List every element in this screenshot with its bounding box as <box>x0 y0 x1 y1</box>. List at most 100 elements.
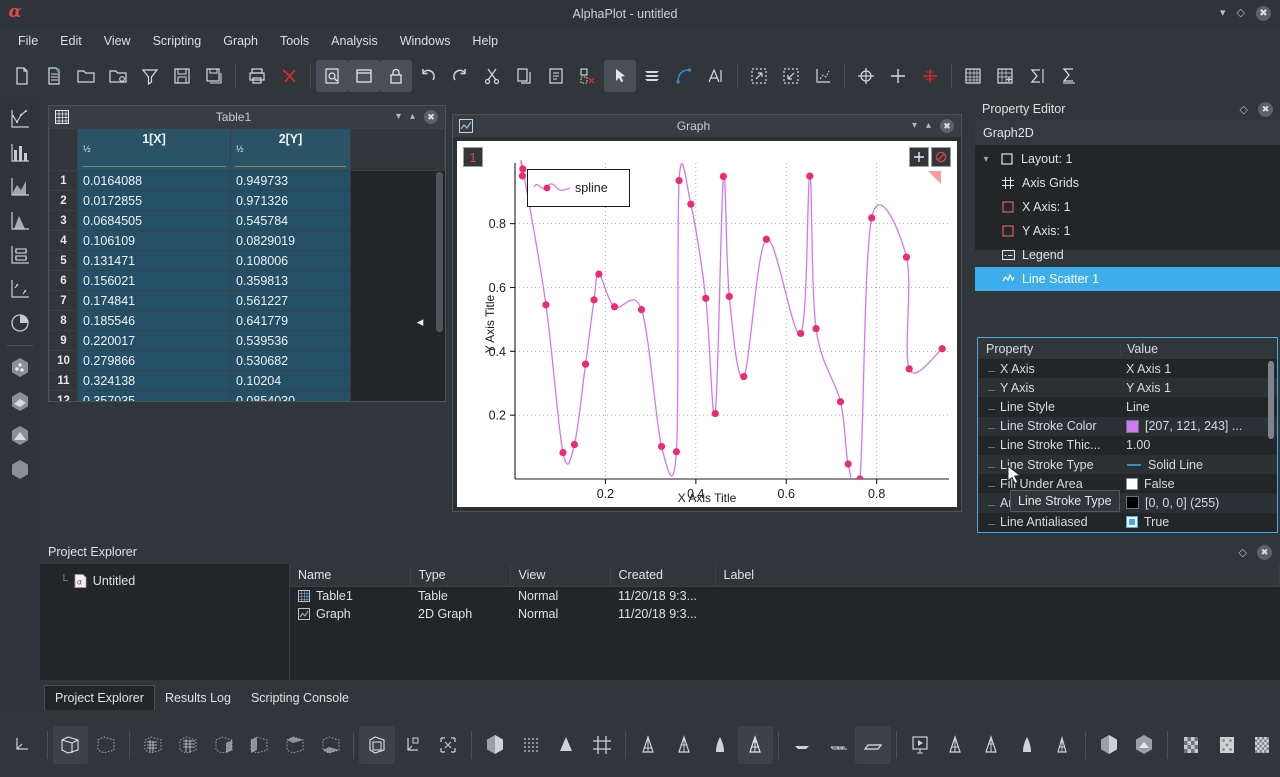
3d-axis-icon[interactable] <box>6 726 42 764</box>
table-row[interactable]: 40.1061090.0829019 <box>50 231 445 251</box>
sheet-corner[interactable] <box>50 129 78 171</box>
cell-y[interactable]: 0.530682 <box>231 351 351 371</box>
cell-empty[interactable] <box>351 191 445 211</box>
close-icon[interactable]: ✖ <box>1258 102 1273 117</box>
3d-grid-right-icon[interactable] <box>206 726 242 764</box>
cell-empty[interactable] <box>351 211 445 231</box>
3d-bar-style-4-icon[interactable] <box>738 726 774 764</box>
tree-item-layout[interactable]: ▾ Layout: 1 <box>975 147 1280 171</box>
cell-empty[interactable] <box>351 371 445 391</box>
property-value[interactable]: [0, 0, 0] (255) <box>1120 496 1277 510</box>
row-header[interactable]: 3 <box>50 211 78 231</box>
plot-canvas[interactable]: 1 0.20.40.60.80.20.40.60.8 <box>457 141 957 507</box>
chevron-down-icon[interactable]: ▾ <box>979 154 993 165</box>
menu-graph[interactable]: Graph <box>212 31 269 51</box>
row-header[interactable]: 9 <box>50 331 78 351</box>
cell-y[interactable]: 0.949733 <box>231 171 351 191</box>
restore-icon[interactable]: ◇ <box>1237 8 1245 19</box>
layers-icon[interactable] <box>636 60 668 92</box>
3d-grid-back-icon[interactable] <box>170 726 206 764</box>
column-header-y[interactable]: 2[Y] ½ <box>231 129 351 171</box>
property-row-line-style[interactable]: Line Style Line <box>978 397 1277 416</box>
open-template-icon[interactable] <box>102 60 134 92</box>
table-row[interactable]: 100.2798660.530682 <box>50 351 445 371</box>
3d-cone-icon[interactable] <box>548 726 584 764</box>
table-row[interactable]: 50.1314710.108006 <box>50 251 445 271</box>
property-row-x-axis[interactable]: X Axis X Axis 1 <box>978 359 1277 378</box>
table-vertical-scrollbar[interactable] <box>436 172 443 332</box>
menu-view[interactable]: View <box>93 31 142 51</box>
checkbox-unchecked-icon[interactable] <box>1126 478 1138 490</box>
redo-icon[interactable] <box>444 60 476 92</box>
3d-box-solid-icon[interactable] <box>53 726 89 764</box>
3d-frame-icon[interactable] <box>359 726 395 764</box>
table-grid-icon[interactable] <box>957 60 989 92</box>
print-icon[interactable] <box>241 60 273 92</box>
menu-tools[interactable]: Tools <box>269 31 320 51</box>
cell-y[interactable]: 0.545784 <box>231 211 351 231</box>
filter-icon[interactable] <box>134 60 166 92</box>
3d-font-3-icon[interactable] <box>1009 726 1045 764</box>
property-value[interactable]: Line <box>1120 400 1277 414</box>
cell-x[interactable]: 0.156021 <box>78 271 231 291</box>
zoom-out-region-icon[interactable] <box>775 60 807 92</box>
bar-plot-icon[interactable] <box>4 137 36 169</box>
3d-scatter-icon[interactable] <box>4 352 36 384</box>
3d-grid-bottom-icon[interactable] <box>313 726 349 764</box>
3d-font-4-icon[interactable] <box>1044 726 1080 764</box>
cell-x[interactable]: 0.174841 <box>78 291 231 311</box>
3d-grid-top-icon[interactable] <box>277 726 313 764</box>
float-icon[interactable]: ◇ <box>1240 103 1248 116</box>
property-value[interactable]: Solid Line <box>1120 458 1277 472</box>
table-row[interactable]: 60.1560210.359813 <box>50 271 445 291</box>
sigma-icon[interactable] <box>1021 60 1053 92</box>
color-swatch[interactable] <box>1126 420 1139 433</box>
project-items-grid[interactable]: Name Type View Created Label Table1 Tabl… <box>290 564 1280 623</box>
pie-chart-icon[interactable] <box>4 307 36 339</box>
row-header[interactable]: 1 <box>50 171 78 191</box>
close-icon[interactable]: ✖ <box>1256 6 1271 21</box>
3d-crosshair-icon[interactable] <box>584 726 620 764</box>
3d-shade-icon[interactable] <box>477 726 513 764</box>
column-header-x[interactable]: 1[X] ½ <box>78 129 231 171</box>
row-header[interactable]: 8 <box>50 311 78 331</box>
y-axis-title[interactable]: Y Axis Title <box>483 295 497 353</box>
cell-x[interactable]: 0.185546 <box>78 311 231 331</box>
cell-empty[interactable] <box>351 331 445 351</box>
3d-texture-1-icon[interactable] <box>1173 726 1209 764</box>
row-header[interactable]: 6 <box>50 271 78 291</box>
project-row-name[interactable]: Graph <box>290 605 410 623</box>
line-scatter-plot-icon[interactable] <box>4 103 36 135</box>
cell-empty[interactable] <box>351 251 445 271</box>
project-tree[interactable]: └ α Untitled <box>40 564 290 680</box>
table-row[interactable]: 70.1748410.561227 <box>50 291 445 311</box>
cell-x[interactable]: 0.0684505 <box>78 211 231 231</box>
data-sheet[interactable]: 1[X] ½ 2[Y] ½ 10.01640880.949733 20.0172… <box>49 128 445 401</box>
table-minimize-icon[interactable]: ▾ <box>396 112 401 122</box>
checkbox-checked-icon[interactable] <box>1126 516 1138 528</box>
3d-texture-2-icon[interactable] <box>1209 726 1245 764</box>
cell-x[interactable]: 0.0172855 <box>78 191 231 211</box>
graph-minimize-icon[interactable]: ▾ <box>912 121 917 131</box>
3d-grid-left-icon[interactable] <box>242 726 278 764</box>
header-type[interactable]: Type <box>410 564 510 586</box>
export-pdf-icon[interactable] <box>273 60 305 92</box>
property-value[interactable]: X Axis 1 <box>1120 362 1277 376</box>
zoom-in-region-icon[interactable] <box>743 60 775 92</box>
property-value[interactable]: [207, 121, 243] ... <box>1120 419 1277 433</box>
pointer-icon[interactable] <box>604 60 636 92</box>
3d-bar-style-1-icon[interactable] <box>631 726 667 764</box>
cell-x[interactable]: 0.106109 <box>78 231 231 251</box>
minimize-icon[interactable]: ▾ <box>1220 8 1226 19</box>
select-data-range-icon[interactable] <box>914 60 946 92</box>
cell-empty[interactable] <box>351 171 445 191</box>
area-plot-icon[interactable] <box>4 171 36 203</box>
close-icon[interactable]: ✖ <box>1257 545 1272 560</box>
3d-bar-style-3-icon[interactable] <box>702 726 738 764</box>
3d-no-frame-icon[interactable] <box>431 726 467 764</box>
3d-grid-front-icon[interactable] <box>135 726 171 764</box>
table-row[interactable]: 30.06845050.545784 <box>50 211 445 231</box>
tree-item-line-scatter[interactable]: Line Scatter 1 <box>975 267 1280 291</box>
box-plot-icon[interactable] <box>4 239 36 271</box>
project-tree-root[interactable]: └ α Untitled <box>40 570 289 592</box>
